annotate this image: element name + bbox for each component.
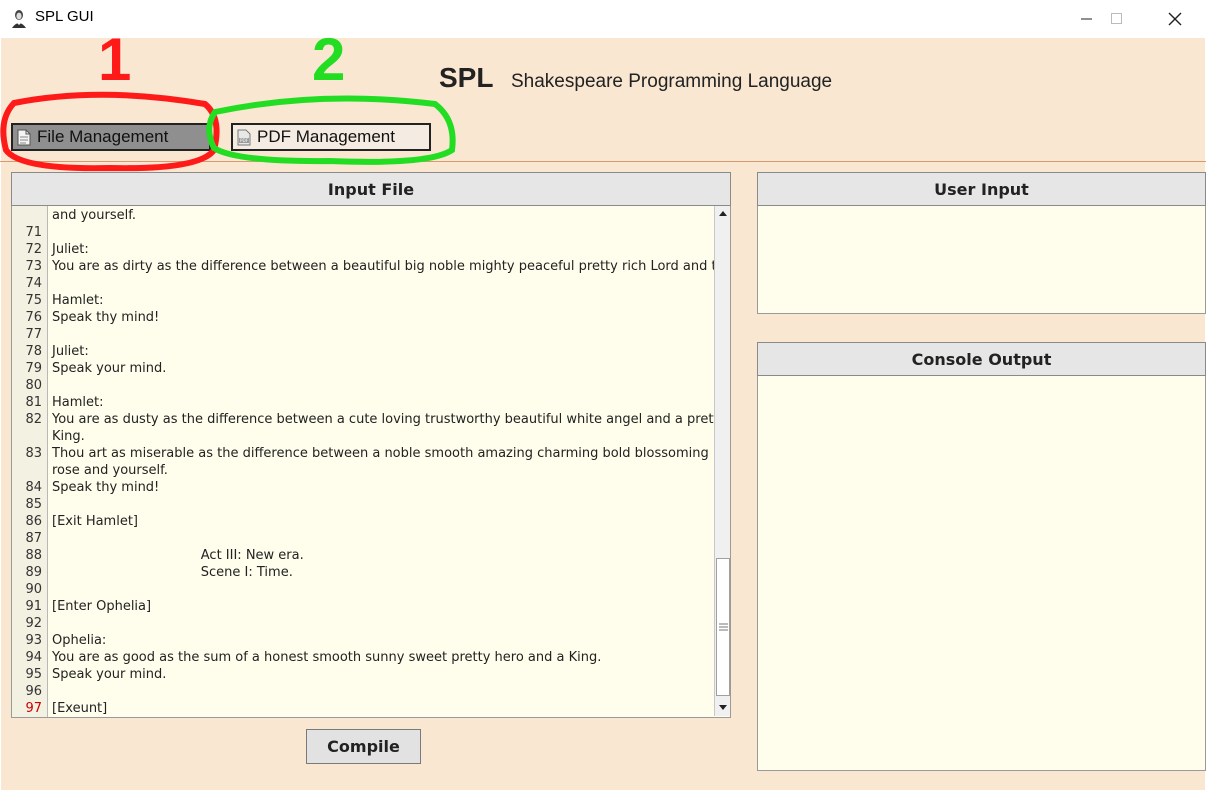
document-icon [17, 129, 31, 145]
line-number: 72 [25, 242, 42, 257]
editor-line[interactable]: Hamlet: [52, 395, 104, 410]
window-title: SPL GUI [35, 8, 94, 25]
line-number: 80 [25, 378, 42, 393]
editor-line[interactable]: You are as dirty as the difference betwe… [52, 259, 730, 274]
editor-line[interactable]: Speak thy mind! [52, 310, 159, 325]
editor-line[interactable]: Juliet: [52, 242, 89, 257]
close-icon [1168, 12, 1182, 26]
editor-line[interactable]: and yourself. [52, 208, 136, 223]
grip-icon [719, 623, 728, 631]
editor-scrollbar[interactable] [714, 206, 730, 716]
input-file-editor[interactable]: and yourself. 71 72 Juliet: 73 You are as dir… [11, 206, 731, 718]
editor-line[interactable]: King. [52, 429, 85, 444]
tab-label: File Management [37, 127, 169, 146]
editor-line[interactable]: [Exit Hamlet] [52, 514, 138, 529]
pdf-icon: PDF [237, 129, 251, 145]
editor-line[interactable]: Speak your mind. [52, 361, 166, 376]
line-number: 86 [25, 514, 42, 529]
tab-file-management[interactable]: File Management [11, 123, 211, 151]
line-number: 84 [25, 480, 42, 495]
scroll-up-icon[interactable] [718, 209, 728, 217]
line-number: 90 [25, 582, 42, 597]
line-number: 94 [25, 650, 42, 665]
line-number: 77 [25, 327, 42, 342]
editor-line[interactable]: [Enter Ophelia] [52, 599, 151, 614]
editor-line[interactable]: [Exeunt] [52, 701, 107, 716]
user-input-field[interactable] [757, 206, 1206, 314]
line-number: 95 [25, 667, 42, 682]
editor-line[interactable]: You are as dusty as the difference betwe… [52, 412, 730, 427]
console-output-header: Console Output [757, 342, 1206, 376]
shakespeare-icon [12, 10, 26, 28]
app-logo-text: SPL [439, 62, 494, 93]
line-number: 71 [25, 225, 42, 240]
maximize-icon [1111, 13, 1122, 24]
line-number: 75 [25, 293, 42, 308]
line-number: 81 [25, 395, 42, 410]
svg-text:PDF: PDF [240, 138, 249, 143]
title-bar: SPL GUI [0, 0, 1206, 38]
tab-divider [0, 161, 1206, 162]
editor-line[interactable]: Speak your mind. [52, 667, 166, 682]
tab-pdf-management[interactable]: PDF PDF Management [231, 123, 431, 151]
line-number: 96 [25, 684, 42, 699]
compile-button[interactable]: Compile [306, 729, 421, 764]
line-number: 73 [25, 259, 42, 274]
line-number: 85 [25, 497, 42, 512]
line-number: 87 [25, 531, 42, 546]
editor-line[interactable]: Act III: New era. [52, 548, 304, 563]
user-input-header: User Input [757, 172, 1206, 206]
maximize-button[interactable] [1088, 0, 1146, 38]
editor-line[interactable]: Hamlet: [52, 293, 104, 308]
line-number: 78 [25, 344, 42, 359]
editor-line[interactable]: rose and yourself. [52, 463, 168, 478]
line-number: 88 [25, 548, 42, 563]
line-number: 79 [25, 361, 42, 376]
line-number: 92 [25, 616, 42, 631]
line-number: 93 [25, 633, 42, 648]
console-output-area [757, 376, 1206, 771]
tab-label: PDF Management [257, 127, 395, 146]
line-number: 83 [25, 446, 42, 461]
editor-line[interactable]: Ophelia: [52, 633, 106, 648]
app-subtitle: Shakespeare Programming Language [511, 71, 833, 92]
line-number: 74 [25, 276, 42, 291]
editor-line[interactable]: You are as good as the sum of a honest s… [52, 650, 601, 665]
close-button[interactable] [1146, 0, 1204, 38]
line-number: 82 [25, 412, 42, 427]
line-number: 91 [25, 599, 42, 614]
scroll-thumb[interactable] [716, 558, 730, 696]
scroll-down-icon[interactable] [718, 704, 728, 712]
line-number: 97 [25, 701, 42, 716]
editor-line[interactable]: Scene I: Time. [52, 565, 293, 580]
editor-line[interactable]: Juliet: [52, 344, 89, 359]
line-number: 89 [25, 565, 42, 580]
editor-line[interactable]: Thou art as miserable as the difference … [52, 446, 730, 461]
line-number: 76 [25, 310, 42, 325]
input-file-header: Input File [11, 172, 731, 206]
editor-line[interactable]: Speak thy mind! [52, 480, 159, 495]
